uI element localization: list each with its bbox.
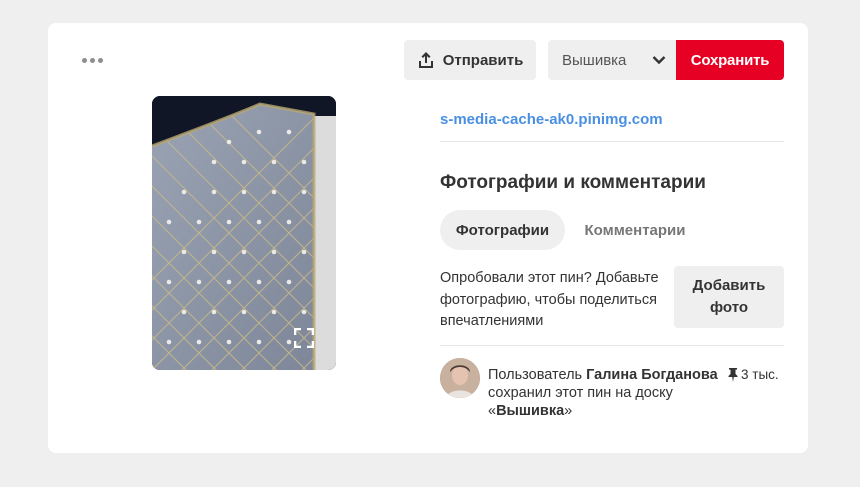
more-dots-icon [81, 57, 87, 63]
more-dot [89, 57, 95, 63]
pin-image[interactable] [152, 96, 336, 370]
board-select-value: Вышивка [562, 51, 627, 69]
tab-comments[interactable]: Комментарии [570, 210, 700, 250]
chevron-down-icon [652, 56, 666, 65]
source-link[interactable]: s-media-cache-ak0.pinimg.com [440, 111, 663, 128]
send-button[interactable]: Отправить [404, 40, 536, 80]
divider [440, 141, 784, 142]
save-count: 3 тыс. [728, 367, 779, 382]
tab-photos[interactable]: Фотографии [440, 210, 565, 250]
board-select-dropdown[interactable]: Вышивка [548, 40, 676, 80]
more-options-button[interactable] [72, 47, 112, 73]
save-count-value: 3 тыс. [741, 367, 779, 382]
activity-board-link[interactable]: Вышивка [496, 403, 564, 419]
pin-closeup-card: Отправить Вышивка Сохранить s-media-cach… [48, 23, 808, 453]
pushpin-icon [728, 367, 738, 382]
section-title: Фотографии и комментарии [440, 172, 706, 193]
more-dot [97, 57, 103, 63]
activity-suffix: » [564, 403, 573, 419]
activity-prefix: Пользователь [488, 367, 587, 383]
add-photo-button[interactable]: Добавить фото [674, 266, 784, 328]
user-photo [440, 358, 480, 398]
send-button-label: Отправить [442, 51, 524, 69]
share-upload-icon [418, 52, 433, 68]
activity-text: Пользователь Галина Богданова сохранил э… [488, 366, 718, 420]
divider [440, 345, 784, 346]
save-button[interactable]: Сохранить [676, 40, 784, 80]
avatar[interactable] [440, 358, 480, 398]
activity-user-link[interactable]: Галина Богданова [586, 367, 718, 383]
expand-icon[interactable] [294, 328, 314, 348]
try-pin-prompt: Опробовали этот пин? Добавьте фотографию… [440, 270, 659, 329]
